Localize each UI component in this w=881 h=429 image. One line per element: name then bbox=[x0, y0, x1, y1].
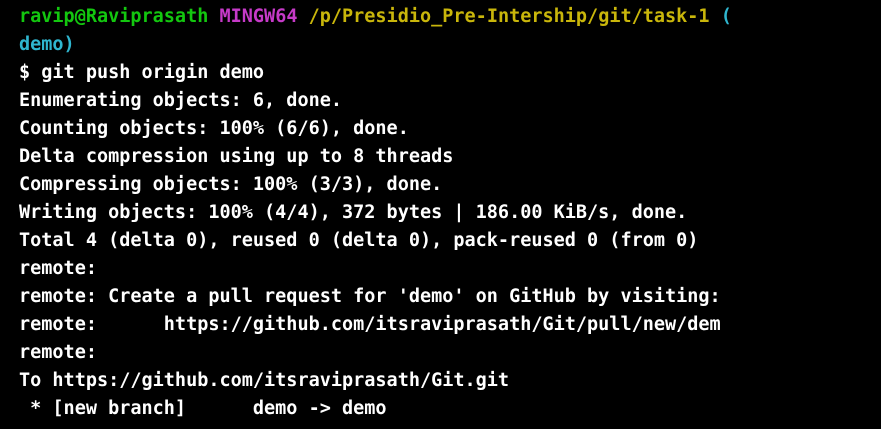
prompt-line: ravip@Raviprasath MINGW64 /p/Presidio_Pr… bbox=[19, 3, 732, 31]
output-line: remote: Create a pull request for 'demo'… bbox=[19, 286, 721, 307]
prompt-path: /p/Presidio_Pre-Intership/git/task-1 bbox=[308, 6, 710, 27]
output-line: Delta compression using up to 8 threads bbox=[19, 146, 454, 167]
command-line: $ git push origin demo bbox=[19, 62, 265, 83]
output-line: Enumerating objects: 6, done. bbox=[19, 90, 343, 111]
output-line: Total 4 (delta 0), reused 0 (delta 0), p… bbox=[19, 230, 699, 251]
output-line: Compressing objects: 100% (3/3), done. bbox=[19, 174, 443, 195]
output-line-url: remote: https://github.com/itsraviprasat… bbox=[19, 314, 721, 335]
output-line: Writing objects: 100% (4/4), 372 bytes |… bbox=[19, 202, 688, 223]
prompt-branch-open: ( bbox=[720, 6, 732, 27]
output-line: remote: bbox=[19, 342, 97, 363]
terminal-window[interactable]: ravip@Raviprasath MINGW64 /p/Presidio_Pr… bbox=[0, 0, 881, 429]
output-line: * [new branch] demo -> demo bbox=[19, 398, 387, 419]
output-line: remote: bbox=[19, 258, 97, 279]
prompt-system: MINGW64 bbox=[219, 6, 298, 27]
output-line: To https://github.com/itsraviprasath/Git… bbox=[19, 370, 510, 391]
prompt-branch: demo) bbox=[19, 34, 75, 55]
output-line: Counting objects: 100% (6/6), done. bbox=[19, 118, 409, 139]
prompt-user-host: ravip@Raviprasath bbox=[19, 6, 209, 27]
